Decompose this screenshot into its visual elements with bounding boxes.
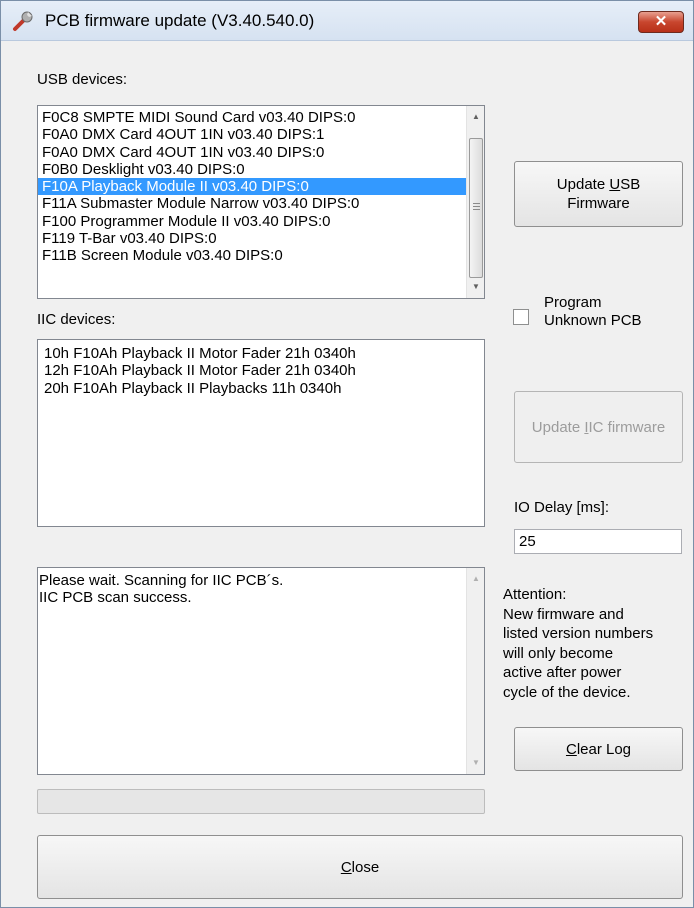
update-usb-label-b: SB (620, 176, 641, 193)
iic-device-item[interactable]: 10h F10Ah Playback II Motor Fader 21h 03… (44, 345, 484, 362)
scrollbar-thumb[interactable] (469, 138, 483, 278)
usb-device-item[interactable]: F11A Submaster Module Narrow v03.40 DIPS… (38, 195, 484, 212)
log-scrollbar[interactable]: ▲ ▼ (466, 568, 484, 774)
usb-device-item[interactable]: F0C8 SMPTE MIDI Sound Card v03.40 DIPS:0 (38, 109, 484, 126)
iic-device-item[interactable]: 20h F10Ah Playback II Playbacks 11h 0340… (44, 380, 484, 397)
log-line: IIC PCB scan success. (39, 589, 192, 607)
program-unknown-label-line1: Program (544, 294, 602, 311)
scroll-up-icon[interactable]: ▲ (467, 108, 484, 126)
progress-bar (37, 789, 485, 814)
update-iic-label-b: IC firmware (588, 418, 666, 436)
usb-list-scrollbar[interactable]: ▲ ▼ (466, 106, 484, 298)
iic-devices-label: IIC devices: (37, 311, 116, 328)
log-textbox[interactable]: Please wait. Scanning for IIC PCB´s. IIC … (37, 567, 485, 775)
attention-line: active after power (503, 664, 622, 681)
iic-device-item[interactable]: 12h F10Ah Playback II Motor Fader 21h 03… (44, 362, 484, 379)
clear-log-mnemonic: C (565, 740, 577, 758)
program-unknown-label-line2: Unknown PCB (544, 312, 642, 329)
usb-device-item[interactable]: F11B Screen Module v03.40 DIPS:0 (38, 247, 484, 264)
usb-device-item[interactable]: F0A0 DMX Card 4OUT 1IN v03.40 DIPS:0 (38, 144, 484, 161)
firmware-update-window: PCB firmware update (V3.40.540.0) ✕ USB … (0, 0, 694, 908)
close-label: lose (351, 858, 380, 876)
attention-notice: Attention: New firmware and listed version… (503, 585, 693, 702)
window-close-button[interactable]: ✕ (638, 11, 684, 33)
update-usb-label-a: Update (556, 176, 610, 193)
usb-device-item[interactable]: F0A0 DMX Card 4OUT 1IN v03.40 DIPS:1 (38, 126, 484, 143)
io-delay-input[interactable] (514, 529, 682, 554)
usb-devices-list[interactable]: F0C8 SMPTE MIDI Sound Card v03.40 DIPS:0… (37, 105, 485, 299)
title-bar[interactable]: PCB firmware update (V3.40.540.0) ✕ (1, 1, 693, 41)
usb-device-item[interactable]: F0B0 Desklight v03.40 DIPS:0 (38, 161, 484, 178)
program-unknown-pcb-checkbox[interactable] (513, 309, 529, 325)
attention-line: listed version numbers (503, 625, 654, 642)
attention-line: New firmware and (503, 605, 624, 623)
iic-devices-list[interactable]: 10h F10Ah Playback II Motor Fader 21h 03… (37, 339, 485, 527)
close-button[interactable]: Close (37, 835, 683, 899)
update-usb-mnemonic: U (609, 176, 621, 193)
usb-device-item[interactable]: F119 T-Bar v03.40 DIPS:0 (38, 230, 484, 247)
clear-log-label: lear Log (576, 740, 632, 758)
scroll-up-icon[interactable]: ▲ (467, 570, 484, 588)
clear-log-button[interactable]: Clear Log (514, 727, 683, 771)
usb-device-item[interactable]: F100 Programmer Module II v03.40 DIPS:0 (38, 213, 484, 230)
close-icon: ✕ (654, 13, 668, 30)
update-usb-firmware-button[interactable]: Update USB Firmware (514, 161, 683, 227)
update-iic-firmware-button[interactable]: Update IIC firmware (514, 391, 683, 463)
window-title: PCB firmware update (V3.40.540.0) (45, 11, 315, 30)
scroll-down-icon[interactable]: ▼ (467, 278, 484, 296)
attention-line: will only become (503, 644, 614, 662)
usb-devices-label: USB devices: (37, 71, 128, 88)
scroll-down-icon[interactable]: ▼ (467, 754, 484, 772)
io-delay-label: IO Delay [ms]: (514, 499, 610, 516)
update-usb-label-line2: Firmware (567, 195, 630, 212)
wrench-icon (11, 9, 35, 33)
update-iic-label-a: Update (531, 418, 585, 436)
close-mnemonic: C (340, 858, 352, 876)
log-line: Please wait. Scanning for IIC PCB´s. (39, 572, 284, 589)
attention-line: cycle of the device. (503, 683, 631, 701)
usb-device-item[interactable]: F10A Playback Module II v03.40 DIPS:0 (38, 178, 484, 196)
attention-line: Attention: (503, 586, 567, 603)
